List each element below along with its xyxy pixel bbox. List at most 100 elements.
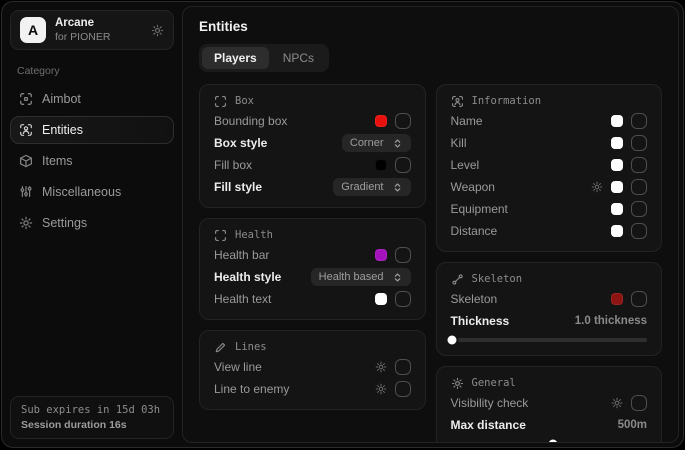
checkbox[interactable] <box>395 157 411 173</box>
setting-label: Fill style <box>214 180 262 194</box>
main-content: Entities Players NPCs Box Bounding box <box>182 6 679 443</box>
row-max-distance: Max distance 500m <box>451 414 648 436</box>
setting-label: Line to enemy <box>214 382 289 396</box>
setting-label: Visibility check <box>451 396 529 410</box>
right-column: Information Name Kill <box>436 84 663 443</box>
panel-title: Health <box>235 229 273 241</box>
unfold-icon <box>392 138 403 149</box>
sidebar-item-aimbot[interactable]: Aimbot <box>10 85 174 113</box>
row-name: Name <box>451 110 648 132</box>
panel-title: Box <box>235 95 254 107</box>
panel-header: Box <box>214 92 411 110</box>
row-distance: Distance <box>451 220 648 242</box>
checkbox[interactable] <box>631 113 647 129</box>
health-panel: Health Health bar Health style Health ba… <box>199 218 426 320</box>
checkbox[interactable] <box>631 135 647 151</box>
checkbox[interactable] <box>631 179 647 195</box>
sidebar-item-entities[interactable]: Entities <box>10 116 174 144</box>
checkbox[interactable] <box>631 201 647 217</box>
health-style-dropdown[interactable]: Health based <box>311 268 411 286</box>
tab-bar: Players NPCs <box>199 44 329 72</box>
setting-label: Max distance <box>451 418 526 432</box>
tab-npcs[interactable]: NPCs <box>271 47 326 69</box>
color-swatch[interactable] <box>611 181 623 193</box>
color-swatch[interactable] <box>611 159 623 171</box>
left-column: Box Bounding box Box style Corner <box>199 84 426 410</box>
dropdown-value: Gradient <box>341 181 383 193</box>
setting-label: Distance <box>451 224 498 238</box>
information-panel: Information Name Kill <box>436 84 663 252</box>
panel-columns: Box Bounding box Box style Corner <box>199 84 662 443</box>
color-swatch[interactable] <box>611 115 623 127</box>
row-bounding-box: Bounding box <box>214 110 411 132</box>
app-logo: A <box>20 17 46 43</box>
checkbox[interactable] <box>395 359 411 375</box>
box-style-dropdown[interactable]: Corner <box>342 134 411 152</box>
setting-label: Health style <box>214 270 281 284</box>
checkbox[interactable] <box>631 395 647 411</box>
row-fill-box: Fill box <box>214 154 411 176</box>
gear-icon <box>591 181 603 193</box>
checkbox[interactable] <box>631 223 647 239</box>
app-title: Arcane <box>55 17 110 30</box>
checkbox[interactable] <box>395 113 411 129</box>
row-settings-button[interactable] <box>375 383 387 395</box>
setting-label: Bounding box <box>214 114 287 128</box>
bone-icon <box>451 273 464 286</box>
row-skeleton: Skeleton <box>451 288 648 310</box>
panel-header: General <box>451 374 648 392</box>
panel-title: Information <box>472 95 542 107</box>
logo-text: Arcane for PIONER <box>55 17 110 42</box>
checkbox[interactable] <box>395 247 411 263</box>
row-settings-button[interactable] <box>611 397 623 409</box>
checkbox[interactable] <box>395 291 411 307</box>
skeleton-panel: Skeleton Skeleton Thickness 1.0 thicknes… <box>436 262 663 356</box>
setting-label: Weapon <box>451 180 495 194</box>
sidebar-item-miscellaneous[interactable]: Miscellaneous <box>10 178 174 206</box>
color-swatch[interactable] <box>375 159 387 171</box>
app-window: A Arcane for PIONER Category Aimbot Enti… <box>1 1 684 448</box>
dropdown-value: Corner <box>350 137 384 149</box>
row-box-style: Box style Corner <box>214 132 411 154</box>
color-swatch[interactable] <box>611 225 623 237</box>
session-duration-text: Session duration 16s <box>21 419 163 431</box>
row-fill-style: Fill style Gradient <box>214 176 411 198</box>
slider-value: 500m <box>618 419 647 431</box>
color-swatch[interactable] <box>611 203 623 215</box>
color-swatch[interactable] <box>375 115 387 127</box>
row-equipment: Equipment <box>451 198 648 220</box>
crosshair-scan-icon <box>19 92 33 106</box>
checkbox[interactable] <box>631 157 647 173</box>
slider-thumb[interactable] <box>448 336 457 345</box>
cube-icon <box>19 154 33 168</box>
color-swatch[interactable] <box>611 137 623 149</box>
row-weapon: Weapon <box>451 176 648 198</box>
sidebar-item-label: Items <box>42 154 73 168</box>
sidebar-item-settings[interactable]: Settings <box>10 209 174 237</box>
corner-brackets-icon <box>214 229 227 242</box>
settings-gear-button[interactable] <box>151 24 164 37</box>
dropdown-value: Health based <box>319 271 384 283</box>
row-settings-button[interactable] <box>591 181 603 193</box>
corner-brackets-icon <box>214 95 227 108</box>
slider-thumb[interactable] <box>548 440 557 444</box>
thickness-slider[interactable] <box>451 338 648 342</box>
row-view-line: View line <box>214 356 411 378</box>
fill-style-dropdown[interactable]: Gradient <box>333 178 410 196</box>
category-label: Category <box>17 65 174 77</box>
gear-icon <box>611 397 623 409</box>
setting-label: View line <box>214 360 262 374</box>
tab-players[interactable]: Players <box>202 47 269 69</box>
checkbox[interactable] <box>631 291 647 307</box>
checkbox[interactable] <box>395 381 411 397</box>
row-settings-button[interactable] <box>375 361 387 373</box>
color-swatch[interactable] <box>611 293 623 305</box>
color-swatch[interactable] <box>375 249 387 261</box>
color-swatch[interactable] <box>375 293 387 305</box>
lines-panel: Lines View line Line to enemy <box>199 330 426 410</box>
max-distance-slider[interactable] <box>451 442 648 443</box>
sidebar-item-label: Settings <box>42 216 87 230</box>
setting-label: Box style <box>214 136 267 150</box>
sidebar-item-items[interactable]: Items <box>10 147 174 175</box>
entity-scan-icon <box>19 123 33 137</box>
